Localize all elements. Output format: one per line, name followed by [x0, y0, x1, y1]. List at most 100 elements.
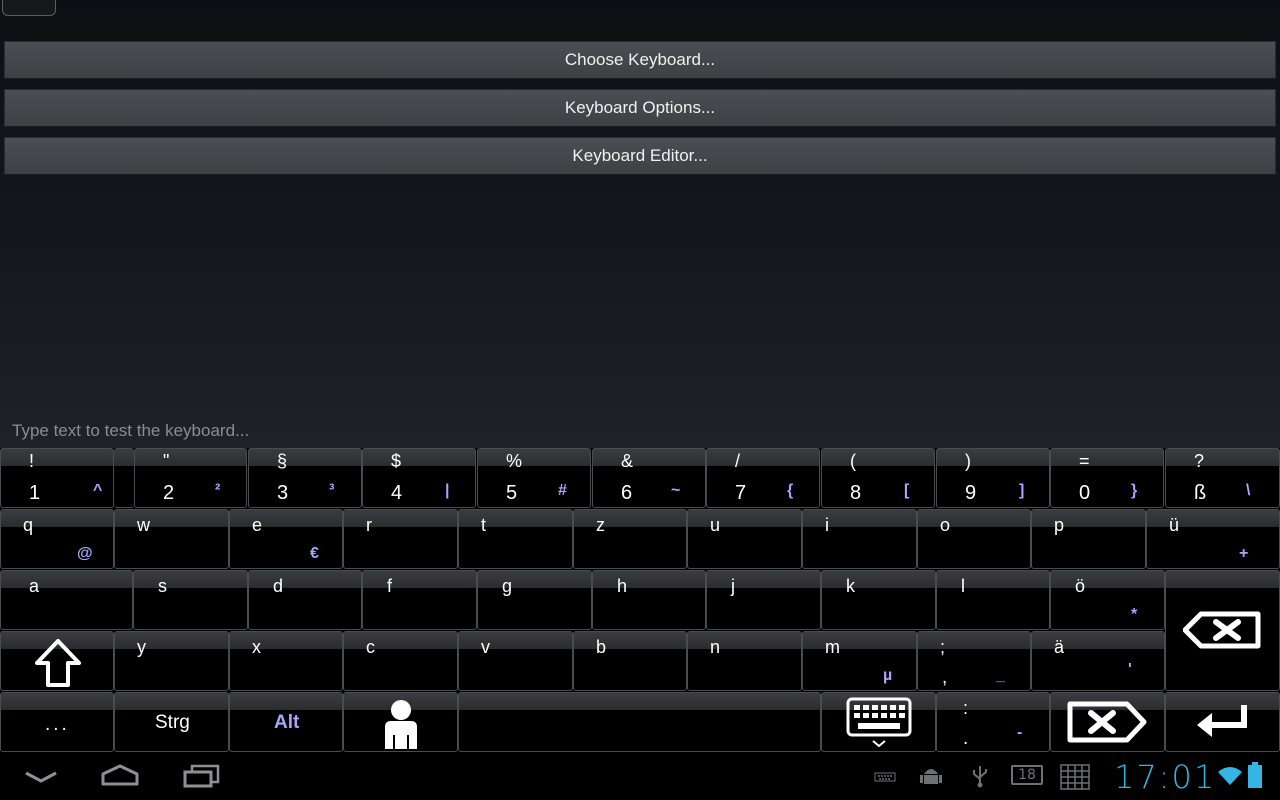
alt-key[interactable]: Alt [229, 692, 343, 752]
key-d[interactable]: d [248, 570, 362, 630]
shift-key[interactable] [0, 631, 114, 691]
home-icon[interactable] [100, 764, 140, 786]
key-s[interactable]: s [133, 570, 248, 630]
key-9[interactable]: ) 9 ] [936, 448, 1050, 508]
key-main-char: 6 [621, 482, 633, 504]
alt-label: Alt [274, 712, 300, 733]
key-alt-char: | [445, 482, 450, 499]
ctrl-key[interactable]: Strg [114, 692, 229, 752]
key-5[interactable]: % 5 # [477, 448, 591, 508]
delete-key[interactable] [1050, 692, 1165, 752]
key-main-char: 3 [277, 482, 289, 504]
key-q[interactable]: q @ [0, 509, 114, 569]
key-main-char: i [825, 515, 829, 535]
key-main-char: e [252, 515, 263, 535]
choose-keyboard-button[interactable]: Choose Keyboard... [4, 41, 1276, 79]
key-shift-char: ! [29, 451, 35, 471]
backspace-key[interactable] [1165, 570, 1280, 691]
key-h[interactable]: h [592, 570, 706, 630]
key-o[interactable]: o [917, 509, 1031, 569]
key-ae[interactable]: ä ' [1031, 631, 1165, 691]
key-main-char: s [158, 576, 167, 596]
key-oe[interactable]: ö * [1050, 570, 1165, 630]
key-1[interactable]: ! 1 ^ [0, 448, 114, 508]
key-alt-char: ² [215, 482, 221, 499]
key-8[interactable]: ( 8 [ [821, 448, 935, 508]
keyboard-options-button[interactable]: Keyboard Options... [4, 89, 1276, 127]
space-key[interactable] [458, 692, 821, 752]
key-u[interactable]: u [687, 509, 802, 569]
key-main-char: g [502, 576, 513, 596]
key-shift-char: ? [1194, 451, 1205, 471]
key-main-char: 2 [163, 482, 175, 504]
key-semicolon[interactable]: ; , _ [917, 631, 1031, 691]
key-l[interactable]: l [936, 570, 1050, 630]
key-m[interactable]: m µ [802, 631, 917, 691]
key-main-char: b [596, 637, 607, 657]
key-main-char: 1 [29, 482, 41, 504]
key-main-char: n [710, 637, 721, 657]
key-shift-char: / [735, 451, 741, 471]
test-text-input[interactable] [0, 414, 1280, 448]
key-3[interactable]: § 3 ³ [248, 448, 362, 508]
key-y[interactable]: y [114, 631, 229, 691]
key-z[interactable]: z [573, 509, 687, 569]
key-2[interactable]: " 2 ² [134, 448, 247, 508]
contacts-key[interactable] [343, 692, 458, 752]
key-gap [114, 448, 134, 508]
key-b[interactable]: b [573, 631, 687, 691]
key-shift-char: % [506, 451, 523, 471]
soft-keyboard: ! 1 ^ " 2 ² § 3 ³ $ 4 | % 5 # & 6 ~ / 7 … [0, 448, 1280, 752]
key-main-char: 7 [735, 482, 747, 504]
key-4[interactable]: $ 4 | [362, 448, 476, 508]
keyboard-icon [846, 697, 912, 748]
key-i[interactable]: i [802, 509, 917, 569]
key-colon[interactable]: : . - [936, 692, 1050, 752]
key-alt-char: ³ [329, 482, 335, 499]
key-sz[interactable]: ? ß \ [1165, 448, 1280, 508]
key-alt-char: + [1239, 545, 1249, 562]
clock[interactable]: 17:01 [1114, 758, 1216, 796]
key-7[interactable]: / 7 { [706, 448, 820, 508]
key-e[interactable]: e € [229, 509, 343, 569]
person-icon [385, 700, 417, 749]
keyboard-switch-key[interactable] [821, 692, 936, 752]
key-n[interactable]: n [687, 631, 802, 691]
key-main-char: j [731, 576, 735, 596]
key-alt-char: - [1017, 724, 1023, 741]
key-0[interactable]: = 0 } [1050, 448, 1164, 508]
key-alt-char: ' [1128, 661, 1132, 678]
key-g[interactable]: g [477, 570, 592, 630]
key-p[interactable]: p [1031, 509, 1146, 569]
more-key[interactable]: ... [0, 692, 114, 752]
key-t[interactable]: t [458, 509, 573, 569]
recent-apps-icon[interactable] [182, 764, 222, 788]
key-main-char: 9 [965, 482, 977, 504]
key-main-char: u [710, 515, 721, 535]
notification-count-icon: 18 [1011, 765, 1043, 785]
key-main-char: ö [1075, 576, 1086, 596]
enter-key[interactable] [1165, 692, 1280, 752]
key-k[interactable]: k [821, 570, 936, 630]
key-main-char: 4 [391, 482, 403, 504]
key-main-char: o [940, 515, 951, 535]
key-main-char: . [963, 728, 969, 749]
key-c[interactable]: c [343, 631, 458, 691]
key-ue[interactable]: ü + [1146, 509, 1280, 569]
keyboard-editor-button[interactable]: Keyboard Editor... [4, 137, 1276, 175]
key-w[interactable]: w [114, 509, 229, 569]
key-x[interactable]: x [229, 631, 343, 691]
key-alt-char: [ [904, 482, 910, 499]
grid-app-icon [1060, 764, 1090, 790]
key-a[interactable]: a [0, 570, 133, 630]
key-j[interactable]: j [706, 570, 821, 630]
key-shift-char: " [163, 451, 170, 471]
key-v[interactable]: v [458, 631, 573, 691]
key-r[interactable]: r [343, 509, 458, 569]
wifi-icon [1218, 767, 1242, 785]
hide-keyboard-icon[interactable] [24, 770, 58, 784]
key-shift-char: ; [940, 637, 946, 657]
key-alt-char: µ [883, 667, 893, 684]
key-f[interactable]: f [362, 570, 477, 630]
key-6[interactable]: & 6 ~ [592, 448, 706, 508]
